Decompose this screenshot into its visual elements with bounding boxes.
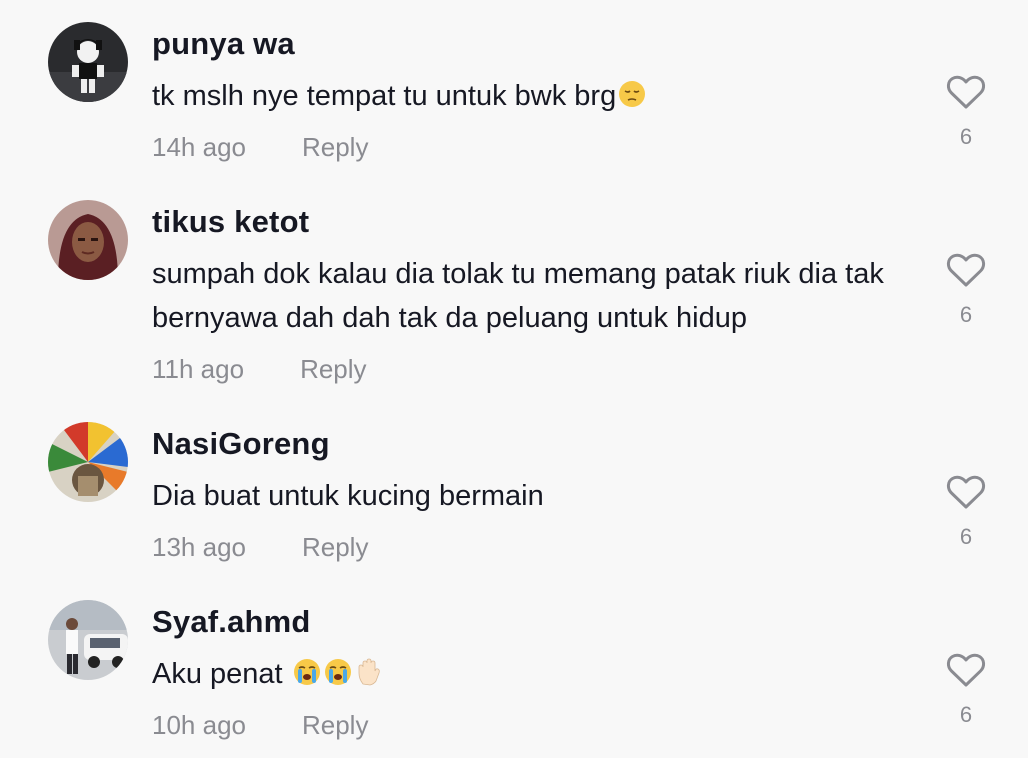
- comment-meta: 11h ago Reply: [152, 354, 367, 385]
- like-control: 6: [944, 474, 988, 550]
- heart-outline-icon[interactable]: [946, 652, 986, 688]
- like-count: 6: [959, 524, 973, 549]
- timestamp: 13h ago: [152, 532, 246, 562]
- comment-text: Aku penat: [152, 652, 922, 696]
- avatar[interactable]: [48, 22, 128, 102]
- reply-button[interactable]: Reply: [302, 132, 368, 163]
- loudly-crying-face-emoji: [292, 657, 322, 687]
- like-count: 6: [959, 124, 973, 149]
- like-control: 6: [944, 652, 988, 728]
- comment-list: punya wa tk mslh nye tempat tu untuk bwk…: [0, 0, 1028, 758]
- loudly-crying-face-emoji: [323, 657, 353, 687]
- avatar[interactable]: [48, 200, 128, 280]
- timestamp: 11h ago: [152, 354, 245, 384]
- reply-button[interactable]: Reply: [300, 354, 366, 385]
- comment-text: Dia buat untuk kucing bermain: [152, 480, 544, 512]
- pensive-face-emoji: [617, 79, 647, 109]
- username[interactable]: Syaf.ahmd: [152, 604, 311, 640]
- like-control: 6: [944, 74, 988, 150]
- reply-button[interactable]: Reply: [302, 710, 368, 741]
- like-control: 6: [944, 252, 988, 328]
- raised-hand-emoji: [354, 657, 384, 687]
- comment-meta: 10h ago Reply: [152, 710, 368, 741]
- like-count: 6: [959, 702, 973, 727]
- timestamp: 14h ago: [152, 132, 246, 162]
- heart-outline-icon[interactable]: [946, 74, 986, 110]
- heart-outline-icon[interactable]: [946, 252, 986, 288]
- username[interactable]: punya wa: [152, 26, 295, 62]
- avatar[interactable]: [48, 600, 128, 680]
- avatar[interactable]: [48, 422, 128, 502]
- comment-meta: 13h ago Reply: [152, 532, 368, 563]
- reply-button[interactable]: Reply: [302, 532, 368, 563]
- heart-outline-icon[interactable]: [946, 474, 986, 510]
- comment-text: tk mslh nye tempat tu untuk bwk brg: [152, 74, 922, 118]
- comment-text: sumpah dok kalau dia tolak tu memang pat…: [152, 258, 884, 334]
- like-count: 6: [959, 302, 973, 327]
- username[interactable]: NasiGoreng: [152, 426, 330, 462]
- timestamp: 10h ago: [152, 710, 246, 740]
- comment-meta: 14h ago Reply: [152, 132, 368, 163]
- username[interactable]: tikus ketot: [152, 204, 309, 240]
